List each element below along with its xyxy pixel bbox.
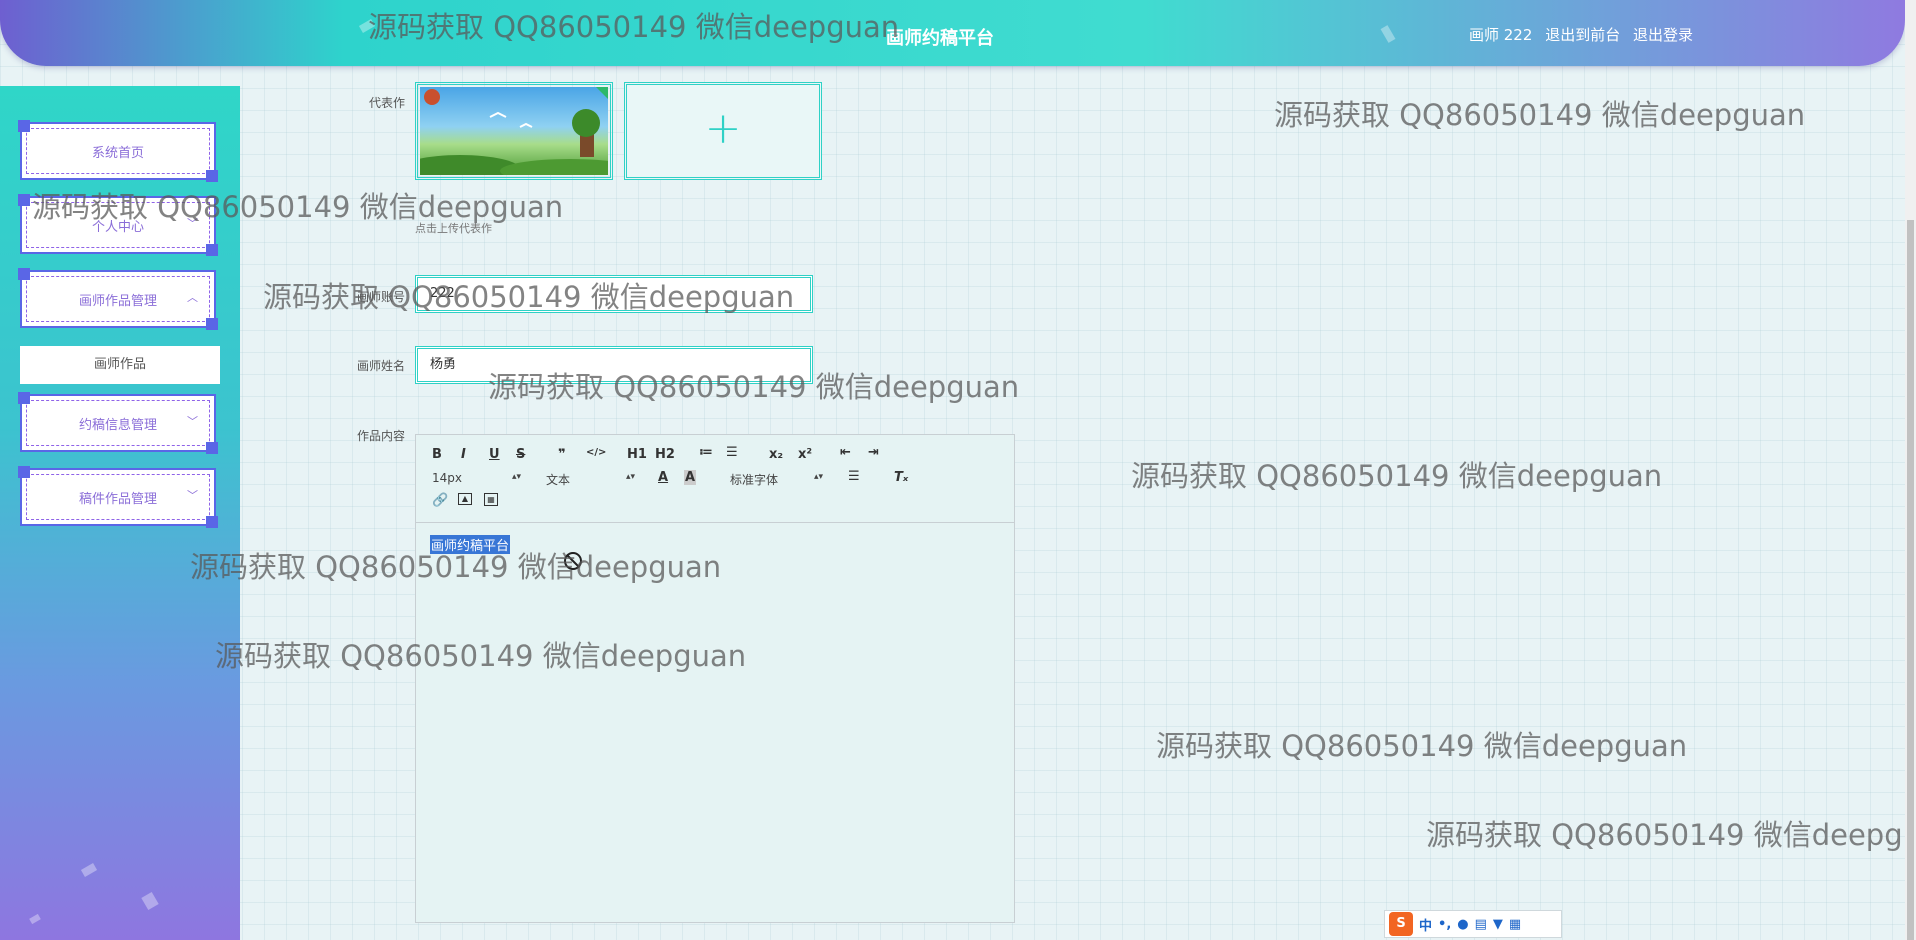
video-icon[interactable]: ▦: [484, 493, 498, 506]
font-size-select[interactable]: 14px ▴▾: [432, 471, 522, 485]
scrollbar-thumb[interactable]: [1907, 220, 1914, 940]
logout-link[interactable]: 退出登录: [1633, 26, 1693, 44]
toolbox-icon[interactable]: ▦: [1509, 917, 1521, 932]
account-label: 画师账号: [356, 290, 405, 304]
sidebar-item-personal-center[interactable]: 个人中心 ﹀: [18, 194, 218, 256]
outdent-button[interactable]: ⇤: [840, 445, 851, 460]
corner-decoration: [206, 318, 218, 330]
chevron-down-icon: ﹀: [187, 489, 198, 502]
watermark-text: 源码获取 QQ86050149 微信deepguan: [1131, 459, 1663, 493]
italic-button[interactable]: I: [461, 447, 466, 462]
punctuation-icon[interactable]: •,: [1438, 917, 1451, 932]
landscape-image: [420, 87, 608, 175]
name-label: 画师姓名: [356, 359, 405, 373]
heading2-button[interactable]: H2: [655, 447, 675, 462]
chevron-down-icon: ﹀: [187, 217, 198, 230]
underline-button[interactable]: U: [489, 447, 500, 462]
representative-work-label: 代表作: [368, 96, 405, 110]
select-arrows-icon: ▴▾: [626, 472, 636, 482]
heading1-button[interactable]: H1: [627, 447, 647, 462]
align-button[interactable]: ☰: [848, 469, 860, 484]
top-header: 画师约稿平台 画师 222 退出到前台 退出登录: [0, 0, 1905, 66]
select-arrows-icon: ▴▾: [814, 472, 824, 482]
corner-decoration: [206, 516, 218, 528]
sidebar-decoration: [29, 913, 41, 925]
chevron-up-icon: ︿: [187, 291, 198, 304]
font-family-value: 标准字体: [730, 473, 779, 487]
link-icon[interactable]: 🔗: [432, 493, 448, 508]
representative-work-thumbnail[interactable]: [415, 82, 613, 180]
account-input[interactable]: 222: [415, 275, 813, 313]
corner-decoration: [18, 268, 30, 280]
corner-decoration: [18, 120, 30, 132]
select-arrows-icon: ▴▾: [512, 472, 522, 482]
upload-hint: 点击上传代表作: [415, 222, 492, 235]
corner-decoration: [18, 466, 30, 478]
page-scrollbar[interactable]: [1905, 0, 1916, 940]
sidebar-item-home[interactable]: 系统首页: [18, 120, 218, 182]
sidebar-item-commission-management[interactable]: 约稿信息管理 ﹀: [18, 392, 218, 454]
quote-button[interactable]: ❞: [558, 447, 566, 462]
strike-button[interactable]: S: [516, 447, 525, 462]
selected-text: 画师约稿平台: [430, 535, 511, 554]
corner-decoration: [206, 170, 218, 182]
editor-content-area[interactable]: [416, 524, 1014, 922]
subscript-button[interactable]: x₂: [769, 447, 783, 462]
indent-button[interactable]: ⇥: [868, 445, 879, 460]
skin-icon[interactable]: ▼: [1493, 917, 1503, 932]
watermark-text: 源码获取 QQ86050149 微信deepguan: [1426, 818, 1904, 852]
content-label: 作品内容: [356, 429, 405, 443]
upload-image-button[interactable]: +: [624, 82, 822, 180]
ime-toolbar[interactable]: S 中 •, ● ▤ ▼ ▦: [1384, 910, 1562, 938]
text-type-select[interactable]: 文本 ▴▾: [546, 471, 636, 488]
bullet-list-button[interactable]: ☰: [726, 445, 738, 460]
font-family-select[interactable]: 标准字体 ▴▾: [730, 471, 824, 488]
watermark-text: 源码获取 QQ86050149 微信deepguan: [1156, 729, 1688, 763]
name-input[interactable]: 杨勇: [415, 346, 813, 384]
sidebar-decoration: [80, 863, 98, 877]
editor-toolbar: B I U S ❞ </> H1 H2 ≔ ☰ x₂ x² ⇤ ⇥ 14px ▴…: [416, 435, 1014, 523]
sidebar-subitem-artworks[interactable]: 画师作品: [20, 346, 220, 384]
sogou-logo-icon: S: [1389, 912, 1413, 936]
sidebar-item-artwork-management[interactable]: 画师作品管理 ︿: [18, 268, 218, 330]
corner-decoration: [206, 244, 218, 256]
corner-decoration: [206, 442, 218, 454]
ime-mode-label[interactable]: 中: [1419, 915, 1432, 934]
sidebar-decoration: [141, 891, 159, 911]
user-area: 画师 222 退出到前台 退出登录: [1469, 24, 1701, 45]
background-color-button[interactable]: A: [684, 470, 697, 485]
corner-decoration: [18, 194, 30, 206]
keyboard-icon[interactable]: ▤: [1475, 917, 1487, 932]
ordered-list-button[interactable]: ≔: [699, 445, 713, 460]
plus-icon: +: [704, 103, 742, 154]
bold-button[interactable]: B: [432, 447, 442, 462]
not-allowed-cursor-icon: [564, 552, 582, 570]
sidebar-item-submission-management[interactable]: 稿件作品管理 ﹀: [18, 466, 218, 528]
clear-format-button[interactable]: Tₓ: [894, 470, 908, 485]
rich-text-editor: B I U S ❞ </> H1 H2 ≔ ☰ x₂ x² ⇤ ⇥ 14px ▴…: [415, 434, 1015, 923]
back-to-front-link[interactable]: 退出到前台: [1545, 26, 1620, 44]
sidebar-item-label: 系统首页: [91, 146, 144, 161]
watermark-text: 源码获取 QQ86050149 微信deepguan: [1274, 98, 1806, 132]
microphone-icon[interactable]: ●: [1457, 917, 1468, 932]
artwork-image: [420, 87, 608, 175]
sidebar: 系统首页 个人中心 ﹀ 画师作品管理 ︿ 画师作品 约稿信息管理 ﹀ 稿件作品管…: [0, 86, 240, 940]
code-block-button[interactable]: </>: [586, 447, 606, 458]
font-size-value: 14px: [432, 471, 462, 485]
image-icon[interactable]: ▲: [458, 493, 472, 505]
superscript-button[interactable]: x²: [798, 447, 812, 462]
font-color-button[interactable]: A: [658, 470, 668, 485]
corner-decoration: [18, 392, 30, 404]
text-type-value: 文本: [546, 473, 571, 487]
current-user-label: 画师 222: [1469, 26, 1533, 44]
chevron-down-icon: ﹀: [187, 415, 198, 428]
